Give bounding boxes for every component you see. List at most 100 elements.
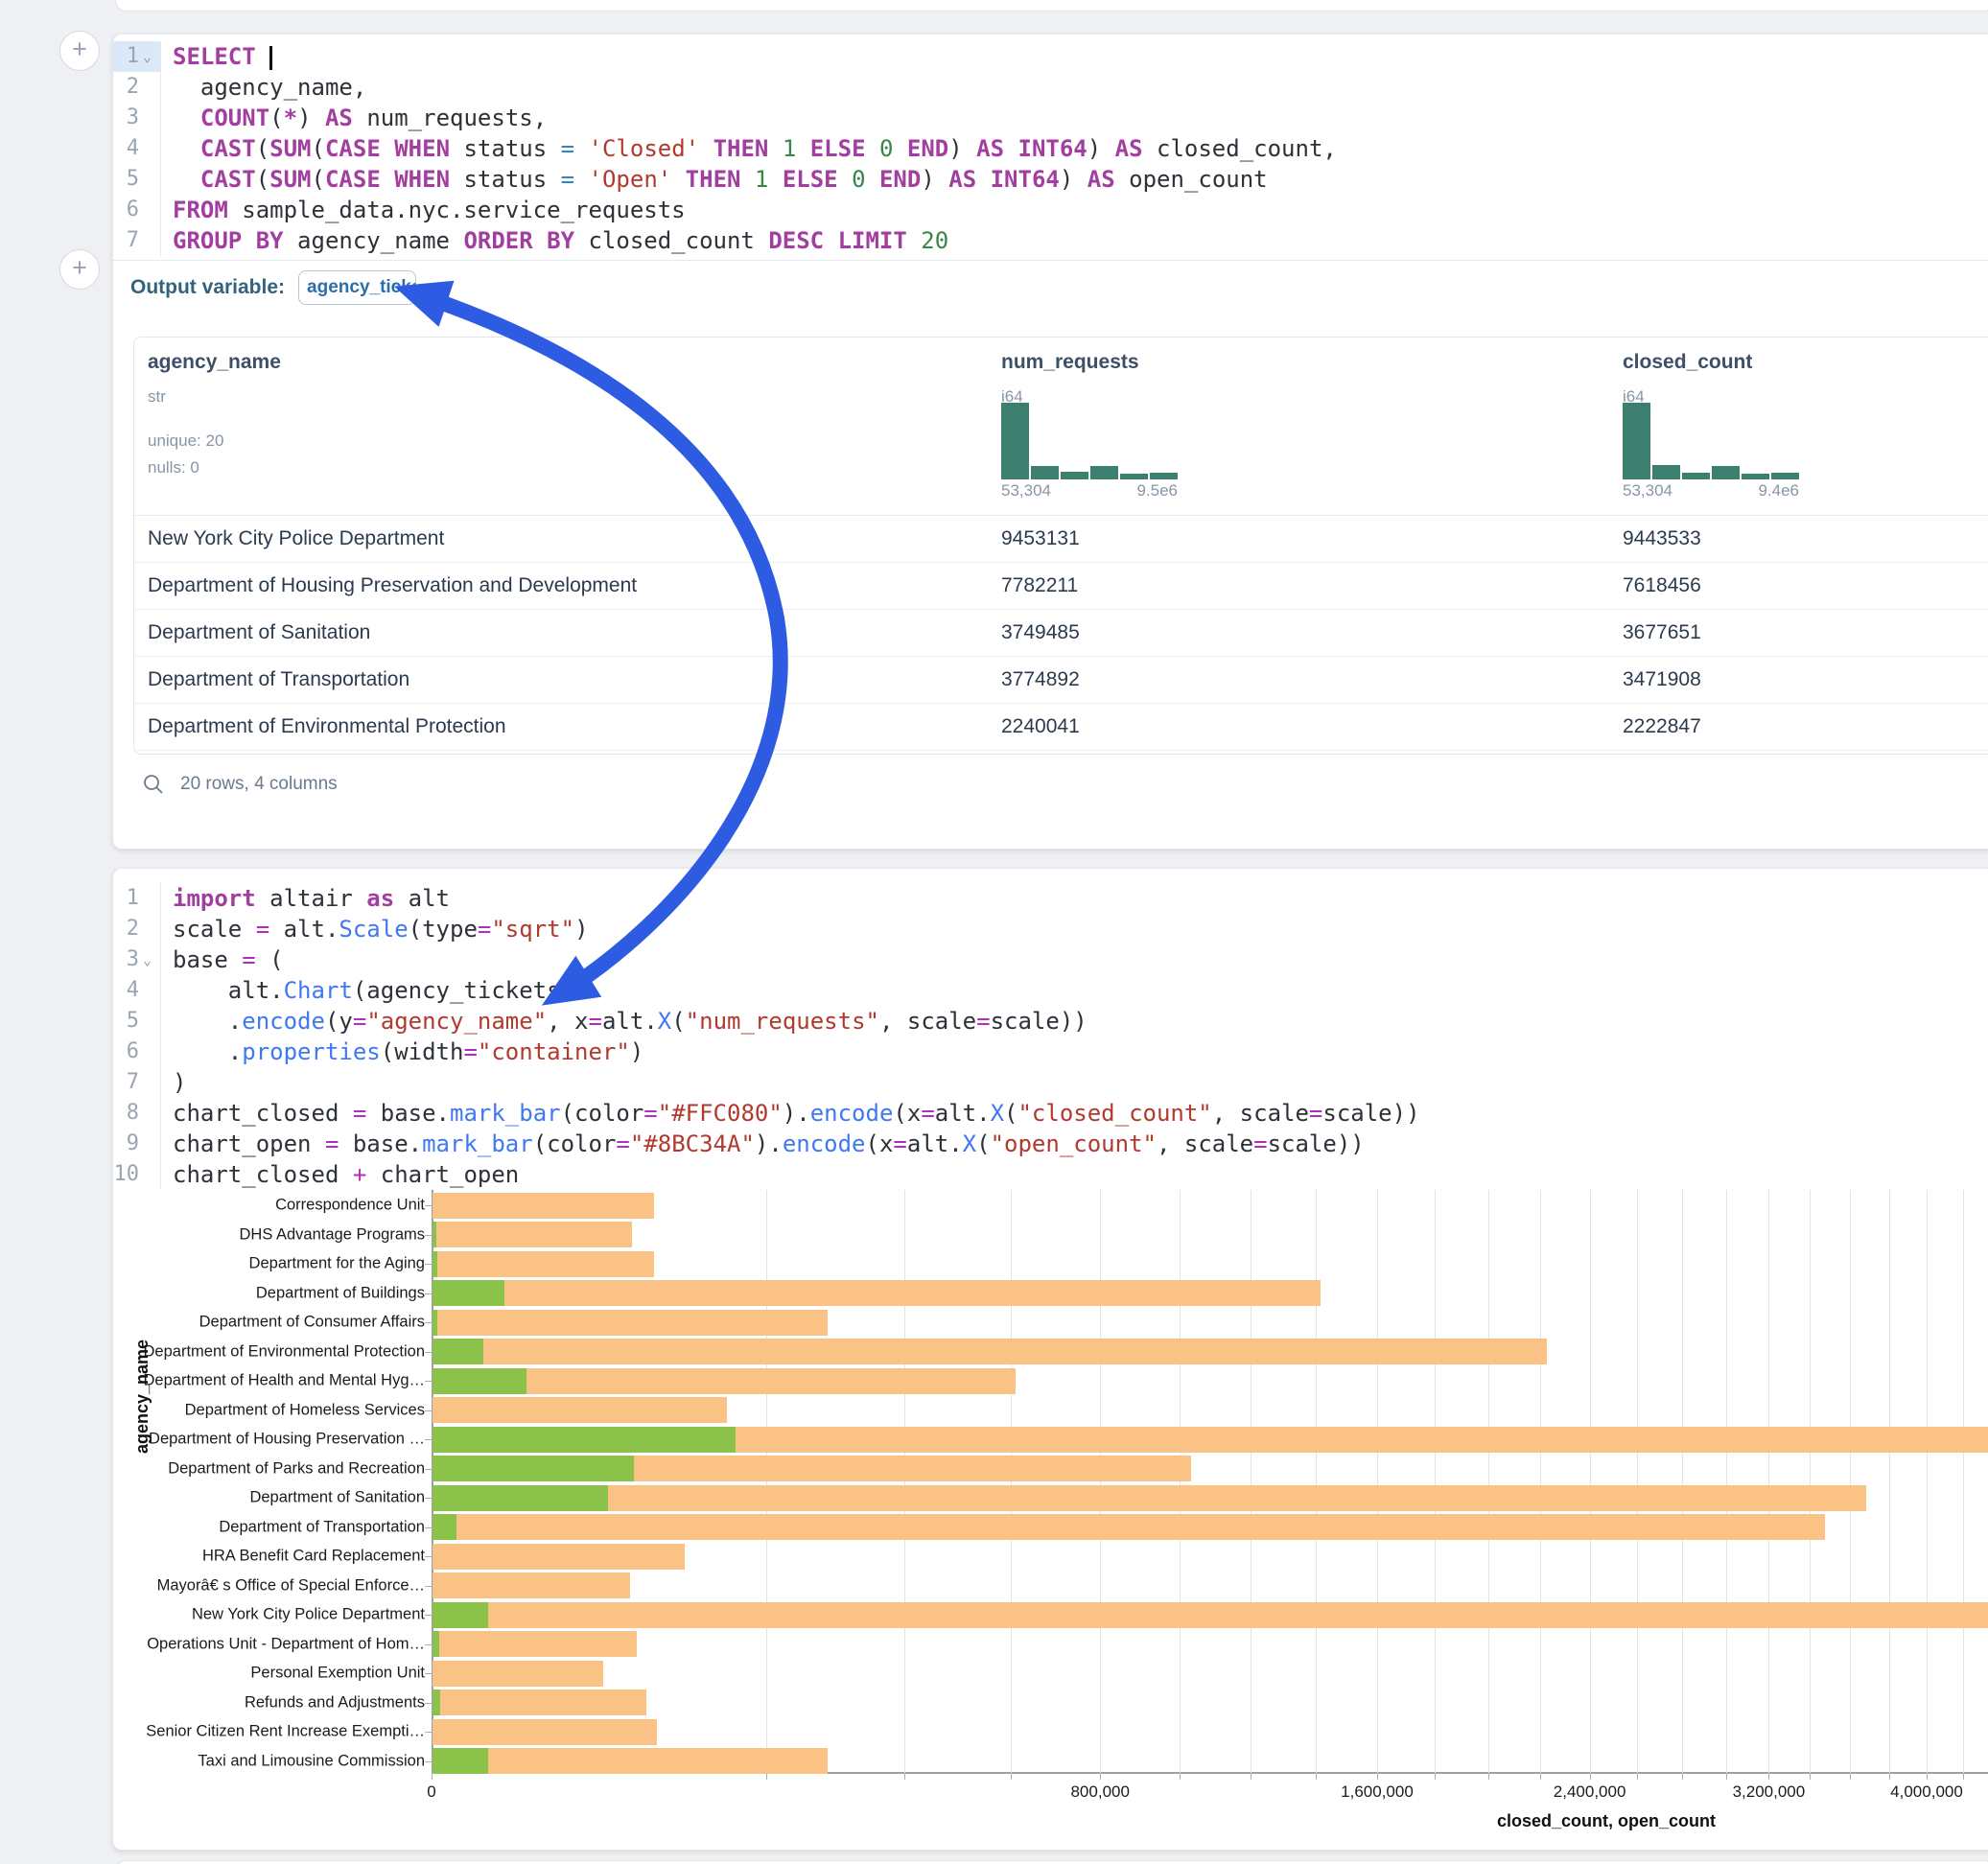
x-axis-tick bbox=[1540, 1773, 1541, 1780]
gridline bbox=[1682, 1190, 1683, 1773]
add-cell-button-top[interactable]: + bbox=[59, 31, 100, 71]
code-line[interactable]: 4 CAST(SUM(CASE WHEN status = 'Closed' T… bbox=[113, 133, 1988, 164]
y-axis-label: Department of Housing Preservation … bbox=[149, 1431, 425, 1449]
x-axis-tick bbox=[904, 1773, 905, 1780]
code-text: SELECT bbox=[161, 41, 272, 72]
bar-closed-count bbox=[433, 1397, 727, 1423]
y-axis-label: HRA Benefit Card Replacement bbox=[202, 1548, 425, 1566]
code-line[interactable]: 3⌄base = ( bbox=[113, 944, 1988, 975]
gridline bbox=[1810, 1190, 1811, 1773]
gridline bbox=[1963, 1190, 1964, 1773]
line-number: 4 bbox=[113, 975, 161, 1006]
histogram-min-label: 53,304 bbox=[1001, 481, 1051, 501]
column-histogram bbox=[1001, 403, 1178, 479]
y-axis-label: Department of Buildings bbox=[256, 1284, 425, 1302]
x-axis-tick bbox=[1316, 1773, 1317, 1780]
bar-open-count bbox=[433, 1368, 526, 1394]
sql-code-editor[interactable]: 1⌄SELECT 2 agency_name,3 COUNT(*) AS num… bbox=[113, 41, 1988, 256]
x-axis-title: closed_count, open_count bbox=[1497, 1811, 1716, 1831]
table-cell: 7782211 bbox=[1001, 562, 1078, 609]
output-variable-chip[interactable]: agency_tickets bbox=[298, 270, 416, 305]
fold-chevron-icon[interactable]: ⌄ bbox=[143, 944, 160, 975]
y-axis-label: Correspondence Unit bbox=[275, 1197, 425, 1215]
y-axis-label: Mayorâ€ s Office of Special Enforce… bbox=[157, 1576, 425, 1595]
code-line[interactable]: 4 alt.Chart(agency_tickets) bbox=[113, 975, 1988, 1006]
x-axis-label: 0 bbox=[427, 1782, 435, 1802]
gridline bbox=[1316, 1190, 1317, 1773]
code-line[interactable]: 1⌄SELECT bbox=[113, 41, 1988, 72]
sql-cell: 1⌄SELECT 2 agency_name,3 COUNT(*) AS num… bbox=[112, 34, 1988, 850]
x-axis-tick bbox=[1011, 1773, 1012, 1780]
code-line[interactable]: 6 .properties(width="container") bbox=[113, 1037, 1988, 1067]
column-header-num_requests[interactable]: num_requests bbox=[1001, 351, 1139, 374]
code-text: .properties(width="container") bbox=[161, 1037, 643, 1067]
bar-open-count bbox=[433, 1427, 736, 1453]
histogram-bar bbox=[1742, 474, 1769, 479]
code-line[interactable]: 2scale = alt.Scale(type="sqrt") bbox=[113, 914, 1988, 944]
bar-open-count bbox=[433, 1485, 608, 1511]
search-icon[interactable] bbox=[142, 773, 165, 796]
histogram-bar bbox=[1652, 465, 1680, 479]
next-cell-edge bbox=[115, 1860, 1988, 1864]
column-header-agency_name[interactable]: agency_name bbox=[148, 351, 281, 374]
code-line[interactable]: 5 CAST(SUM(CASE WHEN status = 'Open' THE… bbox=[113, 164, 1988, 195]
gridline bbox=[1590, 1190, 1591, 1773]
bar-closed-count bbox=[433, 1485, 1866, 1511]
line-number: 1⌄ bbox=[113, 41, 161, 72]
column-header-closed_count[interactable]: closed_count bbox=[1623, 351, 1752, 374]
line-number: 6 bbox=[113, 195, 161, 225]
fold-chevron-icon[interactable]: ⌄ bbox=[143, 41, 160, 72]
table-row[interactable]: Department of Transportation377489234719… bbox=[134, 656, 1988, 704]
code-line[interactable]: 2 agency_name, bbox=[113, 72, 1988, 103]
y-axis-tick bbox=[425, 1761, 432, 1762]
code-text: chart_closed = base.mark_bar(color="#FFC… bbox=[161, 1098, 1420, 1129]
code-line[interactable]: 8chart_closed = base.mark_bar(color="#FF… bbox=[113, 1098, 1988, 1129]
line-number: 9 bbox=[113, 1129, 161, 1159]
x-axis-tick bbox=[1889, 1773, 1890, 1780]
code-text: base = ( bbox=[161, 944, 284, 975]
python-code-editor[interactable]: 1import altair as alt2scale = alt.Scale(… bbox=[113, 883, 1988, 1190]
code-line[interactable]: 5 .encode(y="agency_name", x=alt.X("num_… bbox=[113, 1006, 1988, 1037]
code-text: alt.Chart(agency_tickets) bbox=[161, 975, 574, 1006]
code-text: .encode(y="agency_name", x=alt.X("num_re… bbox=[161, 1006, 1088, 1037]
table-row[interactable]: Department of Housing Preservation and D… bbox=[134, 562, 1988, 610]
y-axis-label: Operations Unit - Department of Hom… bbox=[147, 1635, 425, 1653]
code-line[interactable]: 3 COUNT(*) AS num_requests, bbox=[113, 103, 1988, 133]
line-number: 8 bbox=[113, 1098, 161, 1129]
bar-closed-count bbox=[433, 1719, 657, 1745]
code-line[interactable]: 1import altair as alt bbox=[113, 883, 1988, 914]
gridline bbox=[1100, 1190, 1101, 1773]
y-axis-tick bbox=[425, 1352, 432, 1353]
bar-closed-count bbox=[433, 1544, 685, 1570]
code-line[interactable]: 7GROUP BY agency_name ORDER BY closed_co… bbox=[113, 225, 1988, 256]
table-row[interactable]: Department of Sanitation37494853677651 bbox=[134, 609, 1988, 657]
gridline bbox=[1488, 1190, 1489, 1773]
x-axis-tick bbox=[1810, 1773, 1811, 1780]
table-row[interactable]: New York City Police Department945313194… bbox=[134, 515, 1988, 563]
table-cell: 9453131 bbox=[1001, 515, 1080, 562]
x-axis-tick bbox=[1963, 1773, 1964, 1780]
code-text: chart_closed + chart_open bbox=[161, 1159, 519, 1190]
gridline bbox=[1927, 1190, 1928, 1773]
code-line[interactable]: 9chart_open = base.mark_bar(color="#8BC3… bbox=[113, 1129, 1988, 1159]
column-meta: nulls: 0 bbox=[148, 458, 199, 478]
x-axis-tick bbox=[1682, 1773, 1683, 1780]
histogram-bar bbox=[1120, 474, 1148, 479]
table-cell: 2240041 bbox=[1001, 703, 1080, 750]
y-axis-tick bbox=[425, 1293, 432, 1294]
code-text: GROUP BY agency_name ORDER BY closed_cou… bbox=[161, 225, 948, 256]
y-axis-label: Department of Health and Mental Hyg… bbox=[144, 1372, 425, 1390]
bar-closed-count bbox=[433, 1573, 630, 1598]
code-text: ) bbox=[161, 1067, 186, 1098]
results-table: agency_namestrunique: 20nulls: 0num_requ… bbox=[133, 337, 1988, 755]
code-line[interactable]: 6FROM sample_data.nyc.service_requests bbox=[113, 195, 1988, 225]
results-table-footer: 20 rows, 4 columns bbox=[142, 763, 338, 805]
table-row[interactable]: Department of Environmental Protection22… bbox=[134, 703, 1988, 751]
code-line[interactable]: 10chart_closed + chart_open bbox=[113, 1159, 1988, 1190]
bar-closed-count bbox=[433, 1748, 828, 1774]
bar-closed-count bbox=[433, 1631, 637, 1657]
bar-open-count bbox=[433, 1251, 437, 1277]
add-cell-button-middle[interactable]: + bbox=[59, 249, 100, 290]
y-axis-tick bbox=[425, 1732, 432, 1733]
code-line[interactable]: 7) bbox=[113, 1067, 1988, 1098]
